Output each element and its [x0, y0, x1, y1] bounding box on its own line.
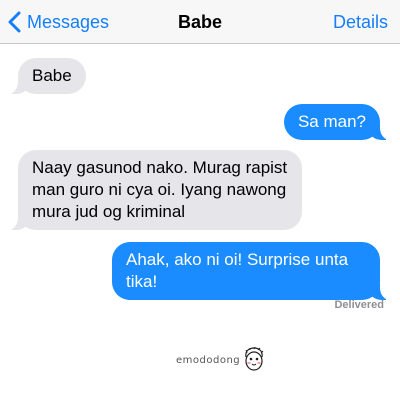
incoming-message[interactable]: Naay gasunod nako. Murag rapist man guro… — [8, 150, 302, 230]
message-text: Ahak, ako ni oi! Surprise unta tika! — [126, 250, 349, 291]
cartoon-face-icon — [245, 347, 264, 371]
message-text: Babe — [32, 66, 72, 85]
outgoing-message[interactable]: Sa man? — [283, 104, 391, 140]
delivered-status: Delivered — [334, 299, 384, 311]
message-text: Sa man? — [297, 112, 366, 131]
details-button[interactable]: Details — [333, 12, 388, 32]
outgoing-message[interactable]: Ahak, ako ni oi! Surprise unta tika! — [112, 242, 390, 300]
navigation-bar: Messages Babe Details — [0, 0, 400, 44]
incoming-message[interactable]: Babe — [8, 58, 86, 94]
watermark: emododong — [176, 347, 265, 373]
watermark-text: emododong — [176, 354, 241, 366]
message-text: Naay gasunod nako. Murag rapist man guro… — [32, 158, 288, 221]
